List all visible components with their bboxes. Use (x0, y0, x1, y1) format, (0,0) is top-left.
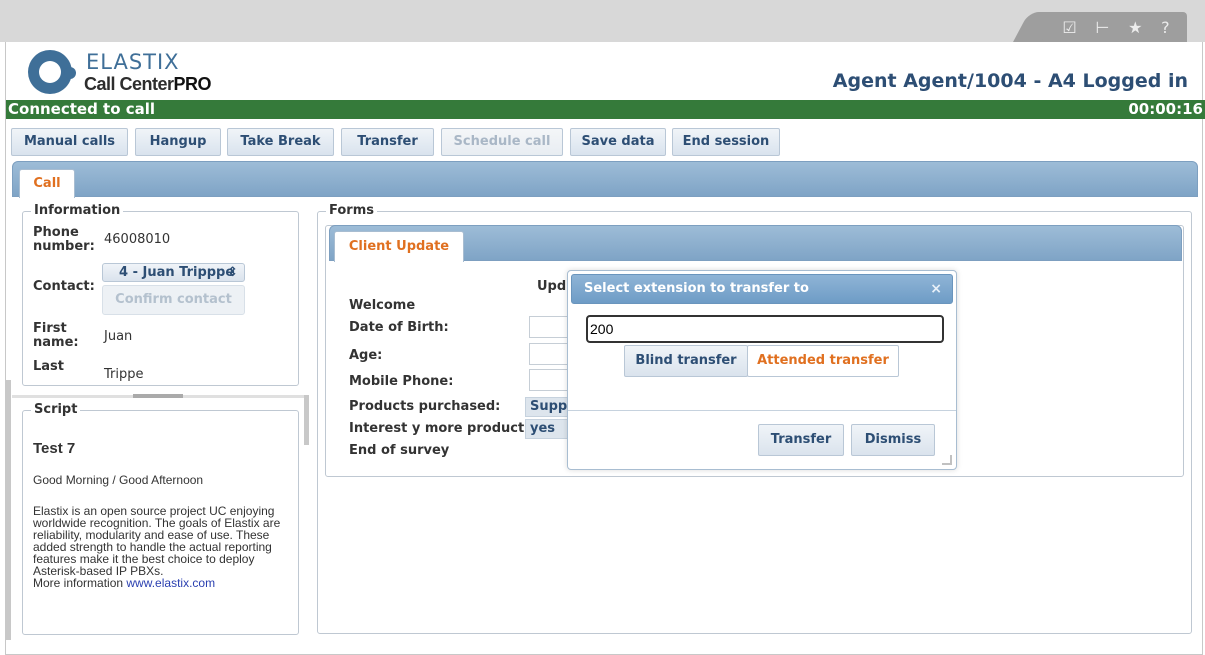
agent-status: Agent Agent/1004 - A4 Logged in (832, 70, 1188, 92)
script-body: Elastix is an open source project UC enj… (33, 505, 295, 589)
form-header-partial: Upd (537, 279, 567, 294)
script-greeting: Good Morning / Good Afternoon (33, 473, 204, 487)
take-break-button[interactable]: Take Break (227, 128, 334, 156)
dismiss-button[interactable]: Dismiss (851, 424, 935, 456)
contact-selected-value: 4 - Juan Tripppe (119, 265, 235, 280)
form-field-welcome: Welcome (349, 298, 416, 313)
main-tabbar: Call (12, 161, 1198, 198)
forms-tabbar: Client Update (329, 225, 1182, 262)
script-more-text: More information (33, 576, 124, 590)
dialog-title: Select extension to transfer to (584, 281, 809, 296)
dialog-separator (568, 410, 956, 411)
information-panel: Information Phone number: 46008010 4 - J… (22, 203, 299, 386)
script-body-text: Elastix is an open source project UC enj… (33, 504, 281, 578)
brand-name: ELASTIX (86, 50, 180, 74)
action-toolbar: Manual calls Hangup Take Break Transfer … (6, 119, 1202, 159)
script-title: Test 7 (33, 440, 76, 457)
splitter-handle[interactable] (133, 394, 183, 398)
attended-transfer-button[interactable]: Attended transfer (747, 345, 899, 377)
help-icon[interactable]: ? (1161, 18, 1170, 37)
form-field-age-input[interactable] (529, 343, 569, 365)
form-field-products-select[interactable]: Supp (525, 397, 569, 417)
form-field-age-label: Age: (349, 348, 383, 363)
form-field-mobile-input[interactable] (529, 369, 569, 391)
brand-product-edition: PRO (173, 74, 212, 94)
first-name-label: First name: (33, 321, 79, 350)
tab-call[interactable]: Call (19, 169, 75, 198)
hangup-button[interactable]: Hangup (135, 128, 221, 156)
browser-top-strip: ☑ ⊢ ★ ? (0, 0, 1205, 42)
schedule-call-button[interactable]: Schedule call (441, 128, 563, 156)
middle-splitter[interactable] (304, 395, 309, 445)
edit-icon[interactable]: ☑ (1062, 18, 1076, 37)
save-data-button[interactable]: Save data (570, 128, 666, 156)
phone-value: 46008010 (104, 232, 171, 247)
contact-select[interactable]: 4 - Juan Tripppe ⇕ (102, 263, 245, 282)
resize-handle-icon[interactable] (942, 455, 952, 465)
phone-label: Phone number: (33, 225, 95, 254)
dialog-title-bar[interactable]: Select extension to transfer to × (571, 274, 953, 304)
tab-client-update[interactable]: Client Update (334, 231, 464, 262)
form-field-interest-label: Interest y more products: (349, 421, 538, 436)
form-field-dob-input[interactable] (529, 316, 569, 338)
transfer-button[interactable]: Transfer (341, 128, 434, 156)
first-name-value: Juan (104, 329, 133, 344)
logout-icon[interactable]: ⊢ (1095, 18, 1109, 37)
transfer-confirm-button[interactable]: Transfer (758, 424, 844, 456)
brand-product-name: Call Center (84, 74, 174, 94)
script-panel: Script Test 7 Good Morning / Good Aftern… (22, 402, 299, 635)
transfer-dialog: Select extension to transfer to × Blind … (567, 270, 957, 470)
brand-product: Call CenterPRO (84, 74, 212, 95)
last-name-value: Trippe (104, 367, 144, 382)
form-field-products-label: Products purchased: (349, 399, 501, 414)
call-status-bar: Connected to call 00:00:16 (6, 100, 1205, 119)
call-timer: 00:00:16 (1128, 100, 1203, 118)
close-icon[interactable]: × (930, 275, 942, 303)
star-icon[interactable]: ★ (1128, 18, 1142, 37)
logo-dot (64, 67, 76, 79)
top-tool-tab: ☑ ⊢ ★ ? (1035, 12, 1187, 42)
select-arrows-icon: ⇕ (227, 265, 238, 280)
forms-legend: Forms (326, 203, 377, 218)
end-session-button[interactable]: End session (672, 128, 780, 156)
left-splitter[interactable] (6, 380, 11, 640)
confirm-contact-button[interactable]: Confirm contact (102, 285, 245, 315)
script-link[interactable]: www.elastix.com (126, 576, 215, 590)
information-legend: Information (31, 203, 124, 218)
script-legend: Script (31, 402, 81, 417)
call-status-text: Connected to call (8, 100, 156, 118)
form-field-dob-label: Date of Birth: (349, 320, 449, 335)
form-field-mobile-label: Mobile Phone: (349, 374, 454, 389)
extension-input[interactable] (586, 315, 944, 343)
blind-transfer-button[interactable]: Blind transfer (624, 345, 748, 377)
form-field-interest-select[interactable]: yes (525, 419, 569, 439)
contact-label: Contact: (33, 279, 95, 294)
last-name-label: Last (33, 359, 65, 374)
app-header: ELASTIX Call CenterPRO Agent Agent/1004 … (6, 44, 1202, 100)
manual-calls-button[interactable]: Manual calls (11, 128, 128, 156)
form-field-end-of-survey: End of survey (349, 443, 450, 458)
